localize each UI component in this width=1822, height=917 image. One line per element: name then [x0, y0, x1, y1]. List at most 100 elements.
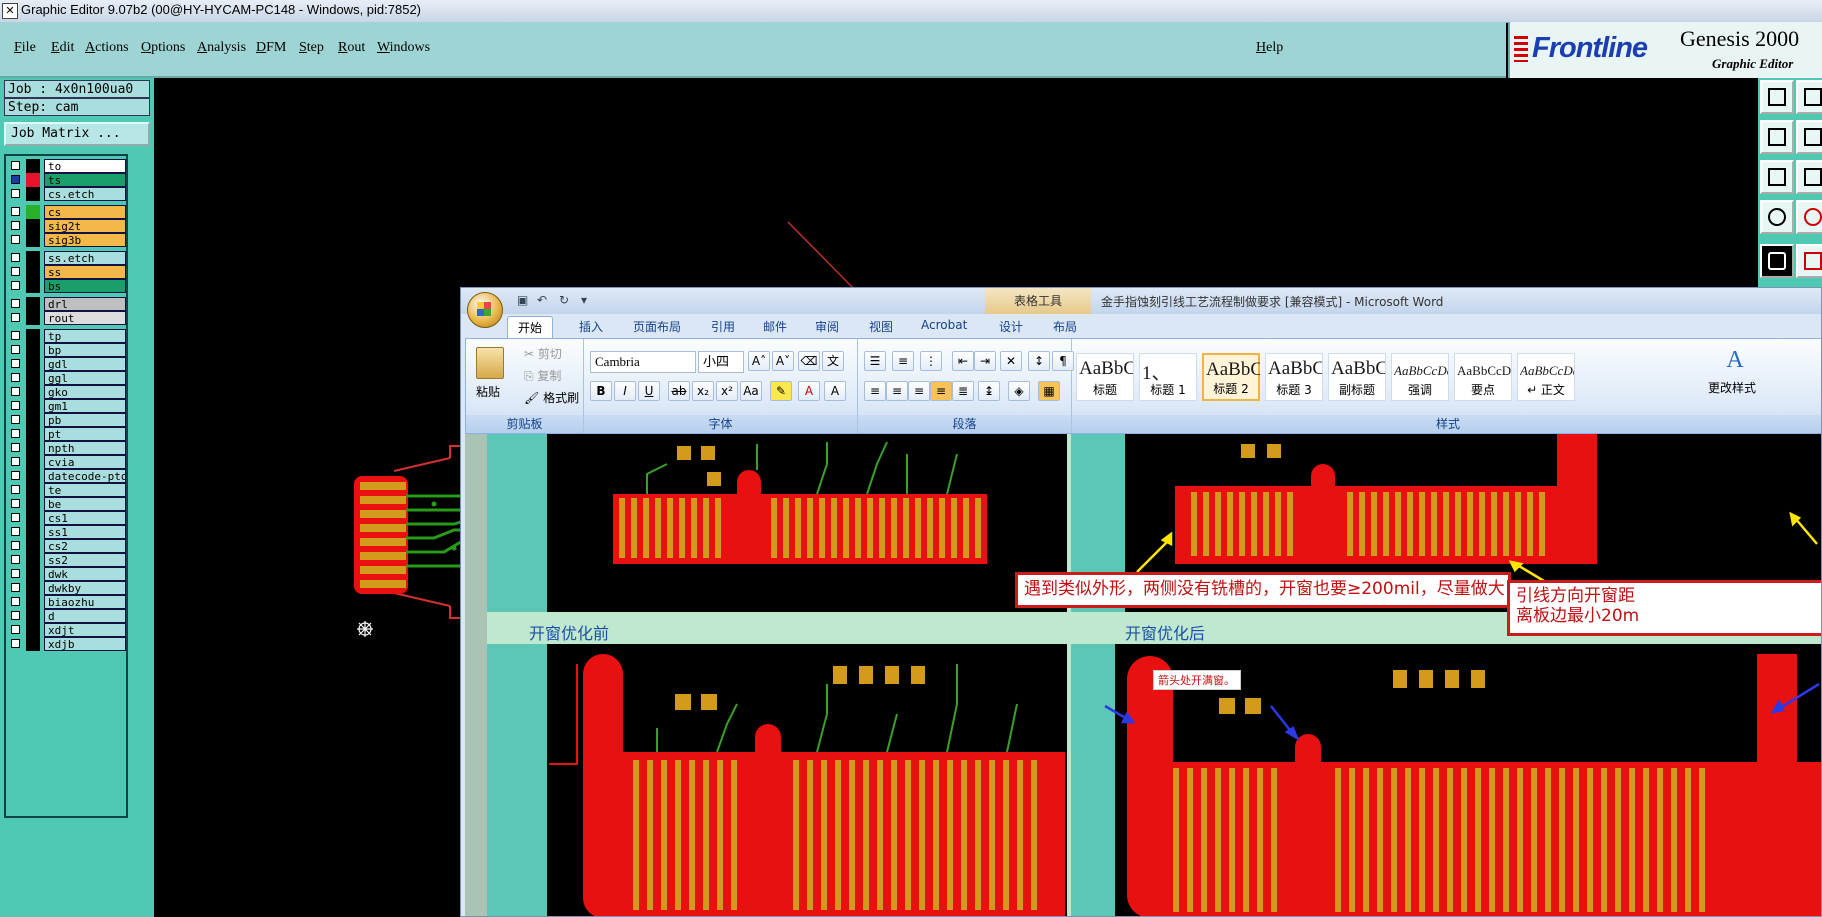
char-shading-icon[interactable]: A [824, 381, 846, 401]
tab-review[interactable]: 审阅 [815, 318, 839, 335]
layer-checkbox[interactable] [11, 569, 20, 578]
tab-view[interactable]: 视图 [869, 318, 893, 335]
layer-checkbox[interactable] [11, 331, 20, 340]
layer-color-swatch[interactable] [26, 595, 40, 609]
layer-row[interactable]: datecode-pto [8, 469, 128, 483]
layer-checkbox[interactable] [11, 625, 20, 634]
menu-help[interactable]: Help [1256, 40, 1283, 56]
layer-row[interactable]: npth [8, 441, 128, 455]
layer-checkbox[interactable] [11, 541, 20, 550]
superscript-icon[interactable]: x² [716, 381, 738, 401]
layer-checkbox[interactable] [11, 415, 20, 424]
layer-color-swatch[interactable] [26, 159, 40, 173]
layer-name[interactable]: pt [44, 427, 126, 441]
phonetic-icon[interactable]: 文 [822, 351, 844, 371]
layer-color-swatch[interactable] [26, 413, 40, 427]
distributed-icon[interactable]: ≣ [952, 381, 974, 401]
subscript-icon[interactable]: x₂ [692, 381, 714, 401]
layer-name[interactable]: ss [44, 265, 126, 279]
redo-icon[interactable]: ↻ [559, 293, 573, 307]
layer-color-swatch[interactable] [26, 637, 40, 651]
layer-color-swatch[interactable] [26, 205, 40, 219]
layer-color-swatch[interactable] [26, 483, 40, 497]
layer-row[interactable]: biaozhu [8, 595, 128, 609]
layer-checkbox[interactable] [11, 345, 20, 354]
layer-checkbox[interactable] [11, 299, 20, 308]
layer-checkbox[interactable] [11, 583, 20, 592]
layer-row[interactable]: xdjb [8, 637, 128, 651]
layer-row[interactable]: be [8, 497, 128, 511]
layer-row[interactable]: to [8, 159, 128, 173]
layer-color-swatch[interactable] [26, 567, 40, 581]
layer-name[interactable]: ss1 [44, 525, 126, 539]
cut-button[interactable]: ✂ 剪切 [524, 345, 562, 362]
layer-checkbox[interactable] [11, 161, 20, 170]
measure-icon[interactable] [1760, 200, 1794, 234]
layer-name[interactable]: dwkby [44, 581, 126, 595]
layer-name[interactable]: be [44, 497, 126, 511]
layer-name[interactable]: datecode-pto [44, 469, 126, 483]
multilevel-list-icon[interactable]: ⋮ [920, 351, 942, 371]
layer-checkbox[interactable] [11, 373, 20, 382]
pan-right-icon[interactable] [1796, 120, 1822, 154]
layer-color-swatch[interactable] [26, 357, 40, 371]
grow-font-icon[interactable]: A˄ [748, 351, 770, 371]
layer-color-swatch[interactable] [26, 441, 40, 455]
layer-checkbox[interactable] [11, 253, 20, 262]
layer-color-swatch[interactable] [26, 251, 40, 265]
menu-file[interactable]: File [14, 40, 36, 56]
style-tile[interactable]: AaBbCcDd 强调 [1391, 353, 1449, 401]
job-matrix-button[interactable]: Job Matrix ... [4, 122, 150, 146]
layer-row[interactable]: ss1 [8, 525, 128, 539]
snap-icon[interactable] [1796, 200, 1822, 234]
layer-name[interactable]: ts [44, 173, 126, 187]
layer-checkbox[interactable] [11, 429, 20, 438]
align-center-icon[interactable]: ≡ [886, 381, 908, 401]
bullets-icon[interactable]: ☰ [864, 351, 886, 371]
layer-name[interactable]: cs [44, 205, 126, 219]
align-left-icon[interactable]: ≡ [864, 381, 886, 401]
layer-name[interactable]: te [44, 483, 126, 497]
layer-row[interactable]: d [8, 609, 128, 623]
paste-button[interactable]: 粘贴 [476, 383, 500, 400]
layer-name[interactable]: cvia [44, 455, 126, 469]
layer-row[interactable]: pt [8, 427, 128, 441]
layer-row[interactable]: dwk [8, 567, 128, 581]
layer-color-swatch[interactable] [26, 399, 40, 413]
layer-color-swatch[interactable] [26, 623, 40, 637]
layer-checkbox[interactable] [11, 189, 20, 198]
layer-name[interactable]: gdl [44, 357, 126, 371]
style-tile[interactable]: AaBbCcDd ↵ 正文 [1517, 353, 1575, 401]
layer-checkbox[interactable] [11, 267, 20, 276]
fit-view-icon[interactable] [1760, 160, 1794, 194]
highlight-color-icon[interactable]: ✎ [770, 381, 792, 401]
pan-left-icon[interactable] [1760, 120, 1794, 154]
line-spacing-icon[interactable]: ↨ [978, 381, 1000, 401]
layer-color-swatch[interactable] [26, 219, 40, 233]
tab-layout[interactable]: 布局 [1053, 318, 1077, 335]
layer-color-swatch[interactable] [26, 525, 40, 539]
style-tile[interactable]: 1、 标题 1 [1139, 353, 1197, 401]
format-painter-button[interactable]: 🖌 格式刷 [524, 389, 579, 406]
paste-icon[interactable] [476, 347, 504, 379]
layer-color-swatch[interactable] [26, 329, 40, 343]
layer-checkbox[interactable] [11, 499, 20, 508]
tab-acrobat[interactable]: Acrobat [921, 318, 967, 332]
layer-color-swatch[interactable] [26, 455, 40, 469]
layer-color-swatch[interactable] [26, 311, 40, 325]
tab-page-layout[interactable]: 页面布局 [633, 318, 681, 335]
layer-color-swatch[interactable] [26, 265, 40, 279]
menu-edit[interactable]: Edit [51, 40, 74, 56]
layer-name[interactable]: gm1 [44, 399, 126, 413]
menu-rout[interactable]: Rout [338, 40, 365, 56]
shading-icon[interactable]: ◈ [1008, 381, 1030, 401]
layer-row[interactable]: cs.etch [8, 187, 128, 201]
layer-color-swatch[interactable] [26, 553, 40, 567]
layer-name[interactable]: biaozhu [44, 595, 126, 609]
strikethrough-icon[interactable]: ab [668, 381, 690, 401]
layer-row[interactable]: cvia [8, 455, 128, 469]
layer-row[interactable]: ss [8, 265, 128, 279]
italic-icon[interactable]: I [614, 381, 636, 401]
layer-color-swatch[interactable] [26, 187, 40, 201]
borders-icon[interactable]: ▦ [1038, 381, 1060, 401]
